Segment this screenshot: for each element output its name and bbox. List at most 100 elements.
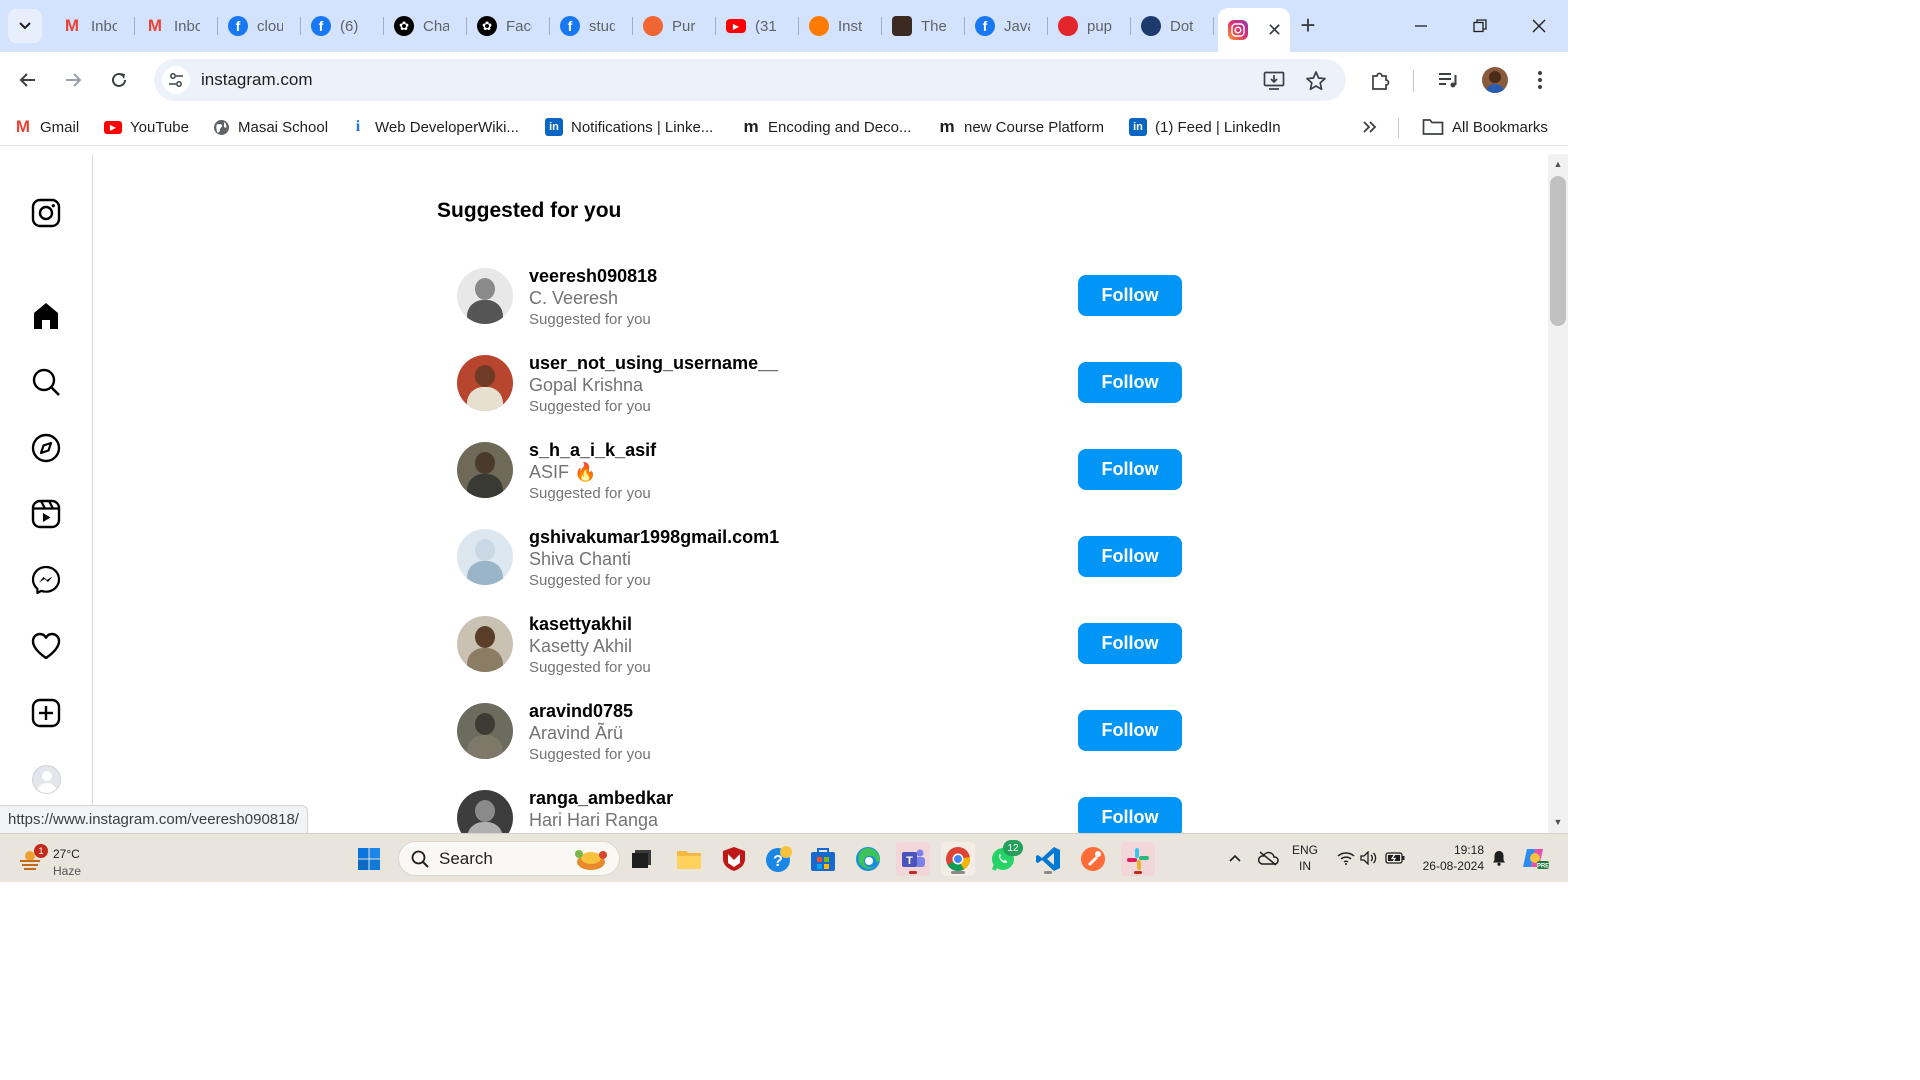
input-language-indicator[interactable]: ENG IN <box>1292 842 1318 874</box>
slack-button[interactable] <box>1121 842 1155 876</box>
follow-button[interactable]: Follow <box>1078 275 1182 316</box>
suggestion-username[interactable]: ranga_ambedkar <box>529 788 673 809</box>
teams-button[interactable]: T <box>896 842 930 876</box>
browser-tab[interactable]: ▶ (31 <box>716 8 799 44</box>
browser-tab-active[interactable]: ✕ <box>1218 8 1290 52</box>
profile-avatar[interactable] <box>1482 67 1508 93</box>
system-clock[interactable]: 19:18 26-08-2024 <box>1416 842 1484 874</box>
close-tab-icon[interactable]: ✕ <box>1267 20 1282 41</box>
user-avatar[interactable] <box>457 529 513 585</box>
edge-browser-button[interactable] <box>851 842 885 876</box>
mcafee-button[interactable] <box>717 842 751 876</box>
suggestion-username[interactable]: gshivakumar1998gmail.com1 <box>529 527 779 548</box>
follow-button[interactable]: Follow <box>1078 623 1182 664</box>
user-avatar[interactable] <box>457 790 513 833</box>
user-avatar[interactable] <box>457 616 513 672</box>
suggestion-username[interactable]: kasettyakhil <box>529 614 632 635</box>
bookmark-item[interactable]: Masai School <box>212 116 328 138</box>
microsoft-store-button[interactable] <box>806 842 840 876</box>
chrome-button[interactable] <box>941 842 975 876</box>
taskbar-search-box[interactable]: Search <box>398 841 620 876</box>
install-app-button[interactable] <box>1261 68 1287 94</box>
chrome-menu-button[interactable] <box>1526 66 1554 94</box>
volume-icon[interactable] <box>1359 846 1379 870</box>
extensions-button[interactable] <box>1367 66 1395 94</box>
heart-icon[interactable] <box>30 630 62 662</box>
bookmark-item[interactable]: i Web DeveloperWiki... <box>349 116 519 138</box>
reels-icon[interactable] <box>30 498 62 530</box>
user-avatar[interactable] <box>457 703 513 759</box>
forward-button[interactable] <box>57 64 89 96</box>
browser-tab[interactable]: f stud <box>550 8 633 44</box>
weather-widget[interactable]: 1 27°C Haze <box>16 840 106 878</box>
address-bar[interactable]: instagram.com <box>154 59 1346 101</box>
suggestion-username[interactable]: aravind0785 <box>529 701 633 722</box>
new-tab-button[interactable]: + <box>1294 10 1322 40</box>
notification-bell-icon[interactable] <box>1489 846 1509 870</box>
user-avatar[interactable] <box>457 442 513 498</box>
back-button[interactable] <box>12 64 44 96</box>
follow-button[interactable]: Follow <box>1078 710 1182 751</box>
browser-tab[interactable]: M Inbox <box>52 8 135 44</box>
user-avatar[interactable] <box>457 355 513 411</box>
windows-start-button[interactable] <box>352 842 386 876</box>
more-bookmarks-button[interactable] <box>1362 116 1378 138</box>
browser-tab[interactable]: ✿ ChatGPT <box>384 8 467 44</box>
restore-button[interactable] <box>1460 10 1500 42</box>
task-view-button[interactable] <box>625 842 659 876</box>
browser-tab[interactable]: f Java <box>965 8 1048 44</box>
browser-tab[interactable]: f (6) <box>301 8 384 44</box>
bookmark-item[interactable]: M Gmail <box>14 116 79 138</box>
help-app-button[interactable]: ? <box>762 842 796 876</box>
minimize-button[interactable] <box>1401 10 1441 42</box>
scroll-down-arrow-icon[interactable]: ▼ <box>1552 816 1564 828</box>
bookmark-star-button[interactable] <box>1303 68 1329 94</box>
bookmark-item[interactable]: m Encoding and Deco... <box>742 116 911 138</box>
reload-button[interactable] <box>103 64 135 96</box>
wifi-icon[interactable] <box>1336 846 1356 870</box>
home-icon[interactable] <box>30 300 62 332</box>
close-window-button[interactable] <box>1519 10 1559 42</box>
suggestion-username[interactable]: veeresh090818 <box>529 266 657 287</box>
all-bookmarks-button[interactable]: All Bookmarks <box>1422 116 1548 138</box>
search-icon[interactable] <box>30 366 62 398</box>
user-avatar[interactable] <box>457 268 513 324</box>
bookmark-item[interactable]: in Notifications | Linke... <box>545 116 713 138</box>
browser-tab[interactable]: The <box>882 8 965 44</box>
page-scrollbar[interactable]: ▲ ▼ <box>1548 154 1568 833</box>
battery-charging-icon[interactable] <box>1384 846 1406 870</box>
create-plus-icon[interactable] <box>30 697 62 729</box>
explore-compass-icon[interactable] <box>30 432 62 464</box>
show-hidden-icons-button[interactable] <box>1226 846 1244 870</box>
scroll-up-arrow-icon[interactable]: ▲ <box>1552 158 1564 170</box>
browser-tab[interactable]: pup <box>1048 8 1131 44</box>
scrollbar-thumb[interactable] <box>1550 176 1566 326</box>
browser-tab[interactable]: Pur <box>633 8 716 44</box>
copilot-icon[interactable]: PRE <box>1520 846 1550 870</box>
follow-button[interactable]: Follow <box>1078 362 1182 403</box>
file-explorer-button[interactable] <box>672 842 706 876</box>
browser-tab[interactable]: ✿ Face <box>467 8 550 44</box>
suggestion-username[interactable]: user_not_using_username__ <box>529 353 778 374</box>
media-controls-button[interactable] <box>1434 66 1462 94</box>
instagram-logo-icon[interactable] <box>30 197 62 229</box>
vscode-button[interactable] <box>1031 842 1065 876</box>
bookmark-item[interactable]: m new Course Platform <box>938 116 1104 138</box>
profile-avatar-nav[interactable] <box>32 765 61 794</box>
postman-button[interactable] <box>1076 842 1110 876</box>
browser-tab[interactable]: M Inbox <box>135 8 218 44</box>
whatsapp-button[interactable]: 12 <box>986 840 1023 876</box>
follow-button[interactable]: Follow <box>1078 536 1182 577</box>
tab-search-button[interactable] <box>8 9 42 43</box>
suggestion-username[interactable]: s_h_a_i_k_asif <box>529 440 656 461</box>
browser-tab[interactable]: Inst <box>799 8 882 44</box>
site-info-button[interactable] <box>162 66 190 94</box>
messenger-icon[interactable] <box>30 564 62 596</box>
url-text[interactable]: instagram.com <box>201 70 312 90</box>
follow-button[interactable]: Follow <box>1078 797 1182 833</box>
browser-tab[interactable]: fcloud <box>218 8 301 44</box>
bookmark-item[interactable]: ▶ YouTube <box>104 116 189 138</box>
bookmark-item[interactable]: in (1) Feed | LinkedIn <box>1129 116 1281 138</box>
follow-button[interactable]: Follow <box>1078 449 1182 490</box>
onedrive-offline-icon[interactable] <box>1256 846 1280 870</box>
